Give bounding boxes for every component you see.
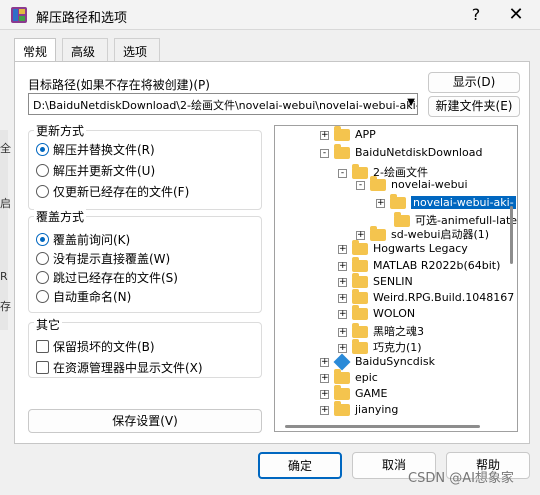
folder-icon (390, 194, 406, 209)
radio-indicator[interactable] (36, 233, 49, 246)
expand-icon[interactable]: + (338, 343, 347, 353)
folder-icon (352, 289, 368, 304)
horizontal-scroll-thumb[interactable] (285, 425, 480, 428)
collapse-icon[interactable]: - (338, 168, 347, 178)
option-label: 自动重命名(N) (53, 290, 132, 304)
expand-icon[interactable]: + (338, 277, 347, 287)
expand-icon[interactable]: + (338, 261, 347, 271)
radio-indicator[interactable] (36, 143, 49, 156)
radio-skip-existing[interactable]: 跳过已经存在的文件(S) (36, 269, 178, 287)
destination-path-input[interactable]: D:\BaiduNetdiskDownload\2-绘画文件\novelai-w… (28, 93, 418, 115)
option-label: 保留损坏的文件(B) (53, 340, 155, 354)
expand-icon[interactable]: + (320, 389, 329, 399)
radio-indicator[interactable] (36, 252, 49, 265)
collapse-icon[interactable]: - (356, 180, 365, 190)
expand-icon[interactable]: + (338, 293, 347, 303)
extract-dialog: 解压路径和选项 ? ✕ 全 启 R 存 常规 高级 选项 目标路径(如果不存在将… (0, 0, 540, 495)
option-label: 跳过已经存在的文件(S) (53, 271, 178, 285)
option-label: 解压并替换文件(R) (53, 143, 155, 157)
folder-icon (370, 226, 386, 241)
expand-icon[interactable]: + (338, 244, 347, 254)
expand-icon[interactable]: + (356, 230, 365, 240)
folder-icon (352, 240, 368, 255)
show-button[interactable]: 显示(D) (428, 72, 520, 93)
folder-icon (352, 305, 368, 320)
folder-icon (352, 273, 368, 288)
vertical-scroll-thumb[interactable] (510, 206, 513, 264)
tree-node[interactable]: - BaiduNetdiskDownload (320, 144, 482, 164)
title-bar: 解压路径和选项 ? ✕ (0, 0, 540, 30)
radio-indicator[interactable] (36, 271, 49, 284)
ok-button[interactable]: 确定 (258, 452, 342, 479)
expand-icon[interactable]: + (338, 309, 347, 319)
folder-icon (370, 176, 386, 191)
tab-options[interactable]: 选项 (114, 38, 160, 62)
radio-ask-before[interactable]: 覆盖前询问(K) (36, 231, 130, 249)
save-settings-button[interactable]: 保存设置(V) (28, 409, 262, 433)
chevron-down-icon[interactable]: ▼ (407, 97, 415, 108)
checkbox[interactable] (36, 361, 49, 374)
help-title-button[interactable]: ? (462, 0, 490, 30)
tree-node[interactable]: + APP (320, 126, 376, 146)
background-text: 存 (0, 300, 11, 313)
radio-overwrite-without-prompt[interactable]: 没有提示直接覆盖(W) (36, 250, 170, 268)
csdn-watermark: CSDN @AI想象家 (408, 471, 514, 486)
path-label: 目标路径(如果不存在将被创建)(P) (28, 78, 210, 92)
tree-node[interactable]: - novelai-webui (356, 176, 468, 196)
radio-fresh-existing[interactable]: 仅更新已经存在的文件(F) (36, 183, 189, 201)
close-button[interactable]: ✕ (496, 0, 536, 30)
expand-icon[interactable]: + (338, 327, 347, 337)
expand-icon[interactable]: + (376, 198, 385, 208)
radio-indicator[interactable] (36, 185, 49, 198)
collapse-icon[interactable]: - (320, 148, 329, 158)
expand-icon[interactable]: + (320, 405, 329, 415)
tab-general[interactable]: 常规 (14, 38, 56, 63)
expand-icon[interactable]: + (320, 373, 329, 383)
checkbox[interactable] (36, 340, 49, 353)
overwrite-mode-title: 覆盖方式 (34, 208, 87, 225)
checkbox-show-in-explorer[interactable]: 在资源管理器中显示文件(X) (36, 359, 203, 377)
radio-indicator[interactable] (36, 164, 49, 177)
folder-icon (352, 339, 368, 354)
expand-icon[interactable]: + (320, 130, 329, 140)
vertical-scrollbar[interactable] (508, 127, 516, 432)
tab-advanced[interactable]: 高级 (62, 38, 108, 62)
background-text: 全 (0, 142, 11, 155)
misc-title: 其它 (34, 316, 63, 333)
sync-icon (333, 353, 351, 371)
option-label: 覆盖前询问(K) (53, 233, 131, 247)
option-label: 没有提示直接覆盖(W) (53, 252, 171, 266)
radio-indicator[interactable] (36, 290, 49, 303)
folder-icon (352, 257, 368, 272)
radio-extract-replace[interactable]: 解压并替换文件(R) (36, 141, 155, 159)
option-label: 在资源管理器中显示文件(X) (53, 361, 203, 375)
new-folder-button[interactable]: 新建文件夹(E) (428, 96, 520, 117)
folder-icon (334, 126, 350, 141)
update-mode-title: 更新方式 (34, 122, 87, 139)
path-value: D:\BaiduNetdiskDownload\2-绘画文件\novelai-w… (33, 99, 418, 112)
folder-icon (352, 323, 368, 338)
background-text: R (0, 270, 8, 283)
window-title: 解压路径和选项 (36, 11, 128, 26)
background-text: 启 (0, 197, 11, 210)
checkbox-keep-broken[interactable]: 保留损坏的文件(B) (36, 338, 155, 356)
tree-node[interactable]: + jianying (320, 401, 398, 421)
folder-icon (334, 144, 350, 159)
winrar-icon (11, 7, 27, 23)
folder-icon (334, 369, 350, 384)
option-label: 仅更新已经存在的文件(F) (53, 185, 190, 199)
folder-icon (334, 401, 350, 416)
expand-icon[interactable]: + (320, 357, 329, 367)
radio-auto-rename[interactable]: 自动重命名(N) (36, 288, 131, 306)
folder-icon (334, 385, 350, 400)
radio-extract-update[interactable]: 解压并更新文件(U) (36, 162, 155, 180)
option-label: 解压并更新文件(U) (53, 164, 156, 178)
